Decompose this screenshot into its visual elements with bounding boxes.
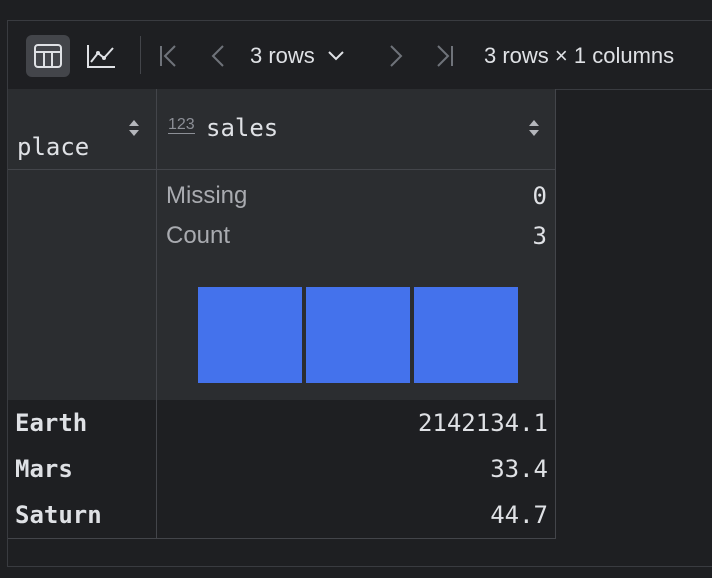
column-divider[interactable] bbox=[156, 89, 157, 539]
toolbar-separator bbox=[140, 36, 141, 74]
table-row[interactable]: Earth 2142134.1 bbox=[8, 400, 556, 446]
last-page-button[interactable] bbox=[430, 39, 460, 73]
histogram-bar[interactable] bbox=[414, 287, 518, 383]
column-header-place[interactable]: place bbox=[8, 89, 156, 169]
table-grid-icon bbox=[34, 44, 62, 68]
place-cell: Earth bbox=[15, 409, 88, 437]
count-value: 3 bbox=[532, 222, 547, 250]
first-page-icon bbox=[160, 45, 176, 67]
missing-value: 0 bbox=[532, 182, 547, 210]
column-header-sales[interactable]: 123 sales bbox=[157, 89, 555, 169]
numeric-type-icon: 123 bbox=[168, 116, 195, 134]
column-header-label: place bbox=[17, 133, 90, 161]
rows-per-page-dropdown[interactable]: 3 rows bbox=[250, 37, 370, 75]
count-label: Count bbox=[166, 222, 231, 249]
sales-cell: 2142134.1 bbox=[417, 409, 548, 437]
table-row[interactable]: Saturn 44.7 bbox=[8, 492, 556, 538]
sales-cell: 44.7 bbox=[490, 501, 548, 529]
table-view-button[interactable] bbox=[26, 35, 70, 77]
table-row[interactable]: Mars 33.4 bbox=[8, 446, 556, 492]
table-right-border bbox=[555, 89, 556, 539]
column-statistics: Missing 0 Count 3 bbox=[8, 170, 556, 400]
rows-columns-summary: 3 rows × 1 columns bbox=[484, 43, 675, 68]
rows-per-page-label: 3 rows bbox=[250, 43, 315, 68]
missing-label: Missing bbox=[166, 182, 248, 209]
table-header: place 123 sales bbox=[8, 89, 556, 170]
viewer-toolbar: 3 rows 3 rows × 1 columns bbox=[8, 21, 712, 90]
histogram-bar[interactable] bbox=[198, 287, 302, 383]
chevron-left-icon bbox=[211, 45, 224, 67]
chevron-down-icon bbox=[328, 51, 344, 61]
place-cell: Saturn bbox=[15, 501, 102, 529]
previous-page-button[interactable] bbox=[203, 39, 233, 73]
sales-histogram[interactable] bbox=[198, 287, 518, 383]
chevron-right-icon bbox=[390, 45, 403, 67]
first-page-button[interactable] bbox=[153, 39, 183, 73]
histogram-bar[interactable] bbox=[306, 287, 410, 383]
last-page-icon bbox=[437, 45, 453, 67]
chart-view-button[interactable] bbox=[80, 35, 122, 77]
line-chart-icon bbox=[87, 45, 115, 68]
sales-cell: 33.4 bbox=[490, 455, 548, 483]
next-page-button[interactable] bbox=[381, 39, 411, 73]
table-bottom-border bbox=[8, 538, 556, 539]
sort-icon[interactable] bbox=[528, 119, 540, 137]
sort-icon[interactable] bbox=[128, 119, 140, 137]
column-header-label: sales bbox=[206, 114, 279, 142]
place-cell: Mars bbox=[15, 455, 73, 483]
